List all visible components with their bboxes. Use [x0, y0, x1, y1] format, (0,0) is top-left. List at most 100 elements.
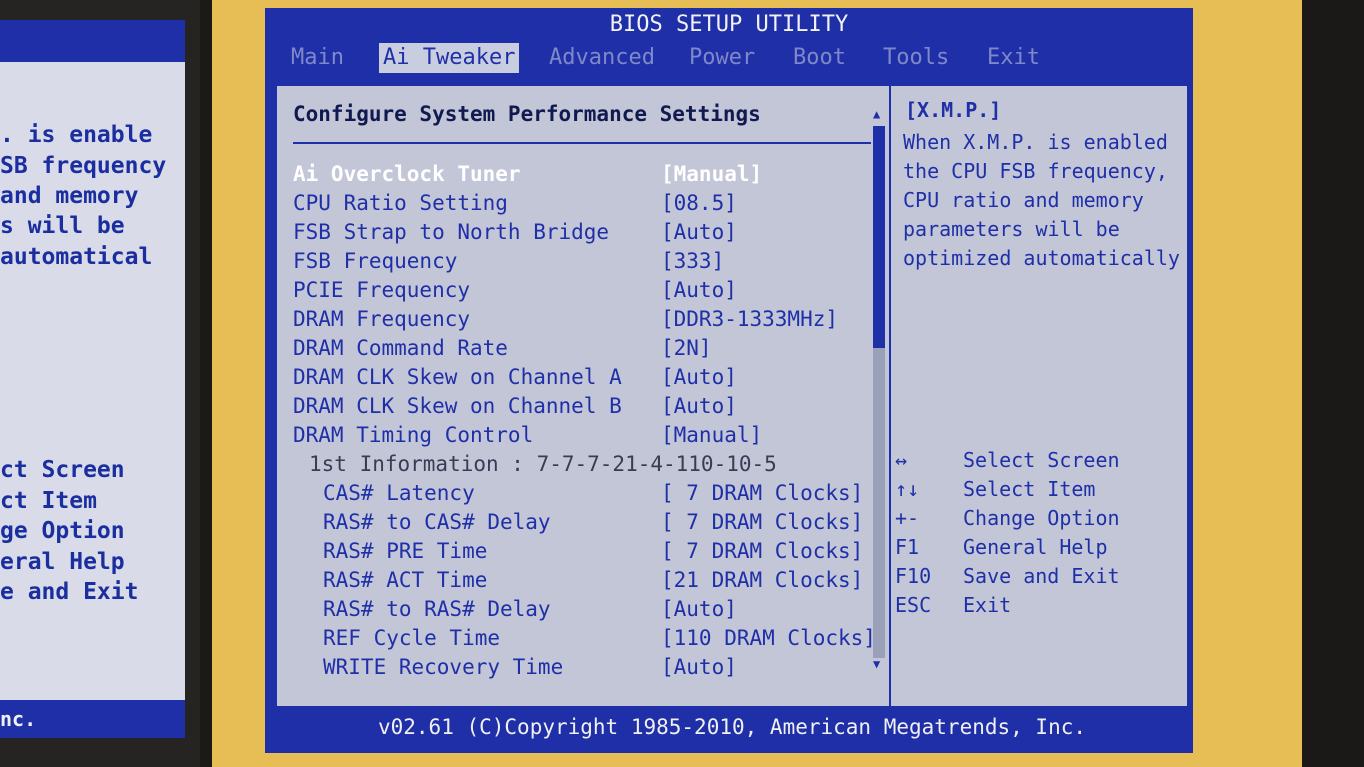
- background-edge: [1302, 0, 1364, 767]
- setting-label: DRAM CLK Skew on Channel B: [293, 394, 622, 418]
- left-key-line: ge Option: [0, 518, 125, 544]
- setting-value[interactable]: [ 7 DRAM Clocks]: [661, 481, 863, 505]
- arrows-up-down-icon: ↑↓: [895, 477, 920, 501]
- setting-ras-pre-time[interactable]: RAS# PRE Time [ 7 DRAM Clocks]: [293, 539, 871, 567]
- setting-write-recovery-time[interactable]: WRITE Recovery Time [Auto]: [293, 655, 871, 683]
- help-text-line: the CPU FSB frequency,: [903, 159, 1168, 183]
- menu-exit[interactable]: Exit: [983, 43, 1044, 73]
- left-key-line: e and Exit: [0, 579, 139, 605]
- setting-value[interactable]: [333]: [661, 249, 724, 273]
- setting-dram-timing-control[interactable]: DRAM Timing Control [Manual]: [293, 423, 871, 451]
- setting-value[interactable]: [2N]: [661, 336, 712, 360]
- left-key-line: eral Help: [0, 549, 125, 575]
- setting-pcie-frequency[interactable]: PCIE Frequency [Auto]: [293, 278, 871, 306]
- menu-tools[interactable]: Tools: [879, 43, 953, 73]
- setting-cpu-ratio[interactable]: CPU Ratio Setting [08.5]: [293, 191, 871, 219]
- left-key-line: ct Item: [0, 488, 97, 514]
- setting-label: RAS# ACT Time: [323, 568, 488, 592]
- setting-ras-to-cas-delay[interactable]: RAS# to CAS# Delay [ 7 DRAM Clocks]: [293, 510, 871, 538]
- scrollbar[interactable]: [873, 126, 885, 658]
- setting-label: DRAM Command Rate: [293, 336, 508, 360]
- setting-label: WRITE Recovery Time: [323, 655, 564, 679]
- setting-value[interactable]: [Manual]: [661, 423, 762, 447]
- setting-label: DRAM Timing Control: [293, 423, 534, 447]
- setting-label: FSB Frequency: [293, 249, 458, 273]
- help-text-line: parameters will be: [903, 217, 1120, 241]
- copyright-footer: v02.61 (C)Copyright 1985-2010, American …: [275, 708, 1189, 746]
- setting-label: CAS# Latency: [323, 481, 475, 505]
- menu-ai-tweaker[interactable]: Ai Tweaker: [379, 43, 520, 73]
- setting-label: CPU Ratio Setting: [293, 191, 508, 215]
- setting-dram-frequency[interactable]: DRAM Frequency [DDR3-1333MHz]: [293, 307, 871, 335]
- left-screen: . is enable SB frequency and memory s wi…: [0, 20, 185, 738]
- help-title: [X.M.P.]: [905, 98, 1002, 122]
- left-help-line: . is enable: [0, 122, 153, 148]
- setting-value[interactable]: [Auto]: [661, 365, 737, 389]
- key-f10: F10: [895, 564, 932, 588]
- left-help-line: s will be: [0, 213, 125, 239]
- setting-value[interactable]: [21 DRAM Clocks]: [661, 568, 863, 592]
- setting-dram-clk-skew-b[interactable]: DRAM CLK Skew on Channel B [Auto]: [293, 394, 871, 422]
- setting-value[interactable]: [Auto]: [661, 655, 737, 679]
- setting-value[interactable]: [Auto]: [661, 394, 737, 418]
- setting-label: DRAM Frequency: [293, 307, 471, 331]
- setting-fsb-frequency[interactable]: FSB Frequency [333]: [293, 249, 871, 277]
- help-text-line: CPU ratio and memory: [903, 188, 1144, 212]
- timing-information: 1st Information : 7-7-7-21-4-110-10-5: [293, 452, 871, 480]
- key-esc: ESC: [895, 593, 932, 617]
- key-description: Change Option: [963, 506, 1120, 530]
- arrows-left-right-icon: ↔: [895, 448, 908, 472]
- setting-ras-act-time[interactable]: RAS# ACT Time [21 DRAM Clocks]: [293, 568, 871, 596]
- setting-value[interactable]: [Manual]: [661, 162, 762, 186]
- key-description: General Help: [963, 535, 1108, 559]
- scroll-up-icon[interactable]: ▲: [873, 108, 885, 120]
- key-description: Select Item: [963, 477, 1096, 501]
- setting-label: RAS# PRE Time: [323, 539, 488, 563]
- setting-cas-latency[interactable]: CAS# Latency [ 7 DRAM Clocks]: [293, 481, 871, 509]
- setting-label: FSB Strap to North Bridge: [293, 220, 610, 244]
- info-label: 1st Information : 7-7-7-21-4-110-10-5: [309, 452, 777, 476]
- menu-advanced[interactable]: Advanced: [545, 43, 659, 73]
- setting-value[interactable]: [08.5]: [661, 191, 737, 215]
- key-description: Select Screen: [963, 448, 1120, 472]
- settings-panel: Configure System Performance Settings ▲ …: [277, 86, 891, 706]
- help-panel: [X.M.P.] When X.M.P. is enabled the CPU …: [891, 86, 1187, 706]
- scroll-down-icon[interactable]: ▼: [873, 658, 885, 670]
- bios-screen: BIOS SETUP UTILITY Main Ai Tweaker Advan…: [265, 8, 1193, 753]
- setting-dram-command-rate[interactable]: DRAM Command Rate [2N]: [293, 336, 871, 364]
- help-text-line: When X.M.P. is enabled: [903, 130, 1168, 154]
- bios-title: BIOS SETUP UTILITY: [265, 8, 1193, 40]
- left-footer: nc.: [0, 700, 185, 738]
- setting-label: RAS# to CAS# Delay: [323, 510, 551, 534]
- menu-main[interactable]: Main: [287, 43, 348, 73]
- setting-value[interactable]: [DDR3-1333MHz]: [661, 307, 838, 331]
- setting-value[interactable]: [Auto]: [661, 220, 737, 244]
- menu-boot[interactable]: Boot: [789, 43, 850, 73]
- setting-ras-to-ras-delay[interactable]: RAS# to RAS# Delay [Auto]: [293, 597, 871, 625]
- setting-ai-overclock-tuner[interactable]: Ai Overclock Tuner [Manual]: [293, 162, 871, 190]
- key-f1: F1: [895, 535, 920, 559]
- bios-menu-bar: Main Ai Tweaker Advanced Power Boot Tool…: [265, 40, 1193, 76]
- setting-value[interactable]: [Auto]: [661, 278, 737, 302]
- plus-minus-icon: +-: [895, 506, 920, 530]
- setting-label: DRAM CLK Skew on Channel A: [293, 365, 622, 389]
- menu-power[interactable]: Power: [685, 43, 759, 73]
- left-key-line: ct Screen: [0, 457, 125, 483]
- bios-body: Configure System Performance Settings ▲ …: [275, 84, 1189, 708]
- left-monitor: . is enable SB frequency and memory s wi…: [0, 0, 200, 767]
- setting-label: PCIE Frequency: [293, 278, 471, 302]
- help-text-line: optimized automatically: [903, 246, 1180, 270]
- setting-fsb-strap[interactable]: FSB Strap to North Bridge [Auto]: [293, 220, 871, 248]
- section-divider: [293, 142, 871, 144]
- section-title: Configure System Performance Settings: [293, 102, 761, 126]
- setting-dram-clk-skew-a[interactable]: DRAM CLK Skew on Channel A [Auto]: [293, 365, 871, 393]
- setting-ref-cycle-time[interactable]: REF Cycle Time [110 DRAM Clocks]: [293, 626, 876, 654]
- left-help-line: SB frequency: [0, 153, 167, 179]
- setting-value[interactable]: [ 7 DRAM Clocks]: [661, 539, 863, 563]
- setting-value[interactable]: [Auto]: [661, 597, 737, 621]
- setting-label: RAS# to RAS# Delay: [323, 597, 551, 621]
- setting-value[interactable]: [110 DRAM Clocks]: [661, 626, 876, 650]
- setting-value[interactable]: [ 7 DRAM Clocks]: [661, 510, 863, 534]
- scroll-thumb[interactable]: [873, 126, 885, 348]
- left-help-line: automatical: [0, 244, 153, 270]
